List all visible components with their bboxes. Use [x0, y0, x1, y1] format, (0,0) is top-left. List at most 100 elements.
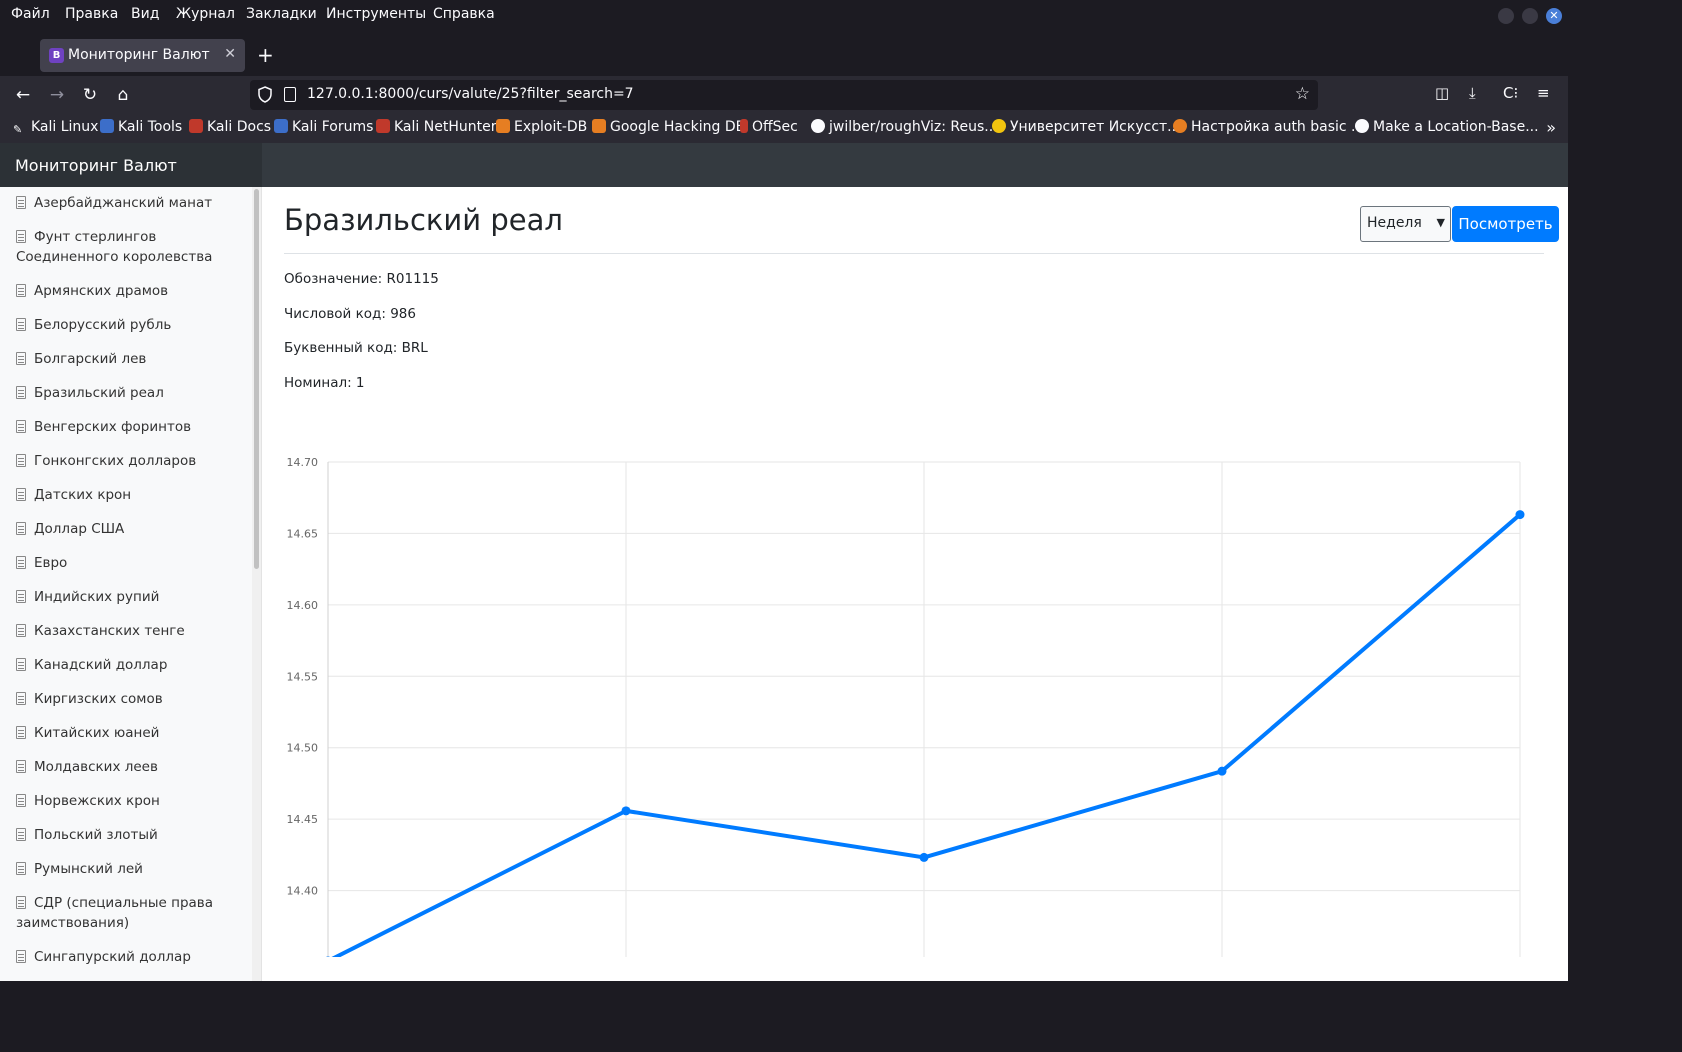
- sidebar-item[interactable]: Киргизских сомов: [0, 683, 252, 717]
- shield-icon[interactable]: [258, 86, 272, 103]
- download-icon[interactable]: ⤓: [1469, 84, 1476, 102]
- tab-close-icon[interactable]: ✕: [224, 46, 236, 62]
- sidebar-item[interactable]: Евро: [0, 547, 252, 581]
- sidebar-item[interactable]: Польский злотый: [0, 819, 252, 853]
- puzzle-icon: [1355, 119, 1369, 133]
- sidebar-item[interactable]: Белорусский рубль: [0, 309, 252, 343]
- document-icon: [16, 230, 26, 243]
- bookmark-auth-basic[interactable]: Настройка auth basic ...: [1173, 119, 1364, 135]
- period-select[interactable]: Неделя ▼: [1360, 206, 1451, 242]
- brand-title[interactable]: Мониторинг Валют: [0, 143, 262, 187]
- menu-bookmarks[interactable]: Закладки: [246, 6, 317, 22]
- chevron-down-icon: ▼: [1436, 216, 1445, 229]
- menu-help[interactable]: Справка: [433, 6, 495, 22]
- bookmark-label: Университет Искусст...: [1010, 119, 1181, 135]
- more-bookmarks-icon[interactable]: »: [1546, 118, 1556, 137]
- document-icon: [16, 950, 26, 963]
- sidebar-item[interactable]: Азербайджанский манат: [0, 187, 252, 221]
- sidebar-item[interactable]: Болгарский лев: [0, 343, 252, 377]
- maximize-button[interactable]: [1522, 8, 1538, 24]
- sidebar-item-label: Евро: [34, 555, 68, 571]
- url-bar[interactable]: 127.0.0.1:8000/curs/valute/25?filter_sea…: [250, 80, 1318, 110]
- close-window-button[interactable]: ✕: [1546, 8, 1562, 24]
- back-icon[interactable]: ←: [12, 84, 34, 106]
- menu-bar: Файл Правка Вид Журнал Закладки Инструме…: [0, 0, 1568, 34]
- sidebar-item-label: Венгерских форинтов: [34, 419, 192, 435]
- sidebar-item-label: Китайских юаней: [34, 725, 160, 741]
- bookmark-offsec[interactable]: OffSec: [740, 119, 798, 135]
- sidebar-item[interactable]: Армянских драмов: [0, 275, 252, 309]
- menu-edit[interactable]: Правка: [65, 6, 118, 22]
- bookmark-kali-docs[interactable]: Kali Docs: [189, 119, 271, 135]
- document-icon: [16, 556, 26, 569]
- minimize-button[interactable]: [1498, 8, 1514, 24]
- hamburger-menu-icon[interactable]: ≡: [1537, 84, 1550, 102]
- sidebar-item-label: Казахстанских тенге: [34, 623, 185, 639]
- sidebar-item-label: Доллар США: [34, 521, 125, 537]
- sidebar-item[interactable]: Гонконгских долларов: [0, 445, 252, 479]
- menu-history[interactable]: Журнал: [176, 6, 235, 22]
- bookmark-kali-tools[interactable]: Kali Tools: [100, 119, 182, 135]
- bookmark-label: Google Hacking DB: [610, 119, 746, 135]
- extension-icon[interactable]: C⁝: [1503, 84, 1518, 102]
- navigation-toolbar: ← → ↻ ⌂ 127.0.0.1:8000/curs/valute/25?fi…: [0, 76, 1568, 114]
- title-divider: [284, 253, 1544, 254]
- sidebar-item[interactable]: Румынский лей: [0, 853, 252, 887]
- menu-tools[interactable]: Инструменты: [326, 6, 426, 22]
- scrollbar-thumb[interactable]: [254, 189, 259, 569]
- bookmark-kali-forums[interactable]: Kali Forums: [274, 119, 373, 135]
- sidebar-scrollbar[interactable]: [252, 187, 261, 981]
- bookmark-location-based[interactable]: Make a Location-Base...: [1355, 119, 1539, 135]
- menu-view[interactable]: Вид: [131, 6, 159, 22]
- bookmark-google-hacking-db[interactable]: Google Hacking DB: [592, 119, 745, 135]
- sidebar-item[interactable]: Казахстанских тенге: [0, 615, 252, 649]
- document-icon: [16, 760, 26, 773]
- y-tick-label: 14.35: [287, 956, 319, 957]
- auth-site-icon: [1173, 119, 1187, 133]
- sidebar-item[interactable]: СДР (специальные права заимствования): [0, 887, 252, 941]
- page-icon: [284, 87, 296, 102]
- sidebar-item[interactable]: Китайских юаней: [0, 717, 252, 751]
- nethunter-icon: [376, 119, 390, 133]
- sidebar-item-label: Индийских рупий: [34, 589, 160, 605]
- document-icon: [16, 692, 26, 705]
- sidebar-item[interactable]: Датских крон: [0, 479, 252, 513]
- tab-monitoring[interactable]: B Мониторинг Валют ✕: [40, 39, 245, 72]
- forward-icon[interactable]: →: [46, 84, 68, 106]
- bookmark-kali-linux[interactable]: ✎ Kali Linux: [13, 119, 98, 137]
- sidebar-item[interactable]: Сингапурский доллар: [0, 941, 252, 975]
- main-content: Бразильский реал Неделя ▼ Посмотреть Обо…: [262, 187, 1568, 981]
- home-icon[interactable]: ⌂: [112, 84, 134, 106]
- document-icon: [16, 352, 26, 365]
- sidebar-item[interactable]: Канадский доллар: [0, 649, 252, 683]
- sidebar-item-label: Датских крон: [34, 487, 132, 503]
- sidebar-item[interactable]: Бразильский реал: [0, 377, 252, 411]
- bookmark-label: jwilber/roughViz: Reus...: [829, 119, 998, 135]
- bookmark-kali-nethunter[interactable]: Kali NetHunter: [376, 119, 496, 135]
- currency-list: Азербайджанский манат Фунт стерлингов Сое…: [0, 187, 252, 975]
- sidebar-item[interactable]: Молдавских леев: [0, 751, 252, 785]
- url-text[interactable]: 127.0.0.1:8000/curs/valute/25?filter_sea…: [307, 86, 634, 102]
- document-icon: [16, 590, 26, 603]
- sidebar-item[interactable]: Норвежских крон: [0, 785, 252, 819]
- data-point: [919, 852, 929, 862]
- pocket-icon[interactable]: ◫: [1435, 84, 1449, 102]
- sidebar-item[interactable]: Доллар США: [0, 513, 252, 547]
- bookmark-exploit-db[interactable]: Exploit-DB: [496, 119, 587, 135]
- reload-icon[interactable]: ↻: [79, 84, 101, 106]
- view-button[interactable]: Посмотреть: [1452, 206, 1559, 242]
- bookmark-star-icon[interactable]: ☆: [1295, 84, 1310, 104]
- new-tab-button[interactable]: +: [257, 43, 274, 67]
- sidebar-item[interactable]: Фунт стерлингов Соединенного королевства: [0, 221, 252, 275]
- sidebar-item[interactable]: Индийских рупий: [0, 581, 252, 615]
- document-icon: [16, 284, 26, 297]
- bookmark-label: OffSec: [752, 119, 798, 135]
- kali-forums-icon: [274, 119, 288, 133]
- sidebar-item-label: Азербайджанский манат: [34, 195, 213, 211]
- menu-file[interactable]: Файл: [11, 6, 50, 22]
- sidebar-item-label: Сингапурский доллар: [34, 949, 191, 965]
- y-tick-label: 14.40: [287, 885, 319, 898]
- sidebar-item[interactable]: Венгерских форинтов: [0, 411, 252, 445]
- bookmark-roughviz[interactable]: jwilber/roughViz: Reus...: [811, 119, 998, 135]
- bookmark-university[interactable]: Университет Искусст...: [992, 119, 1181, 135]
